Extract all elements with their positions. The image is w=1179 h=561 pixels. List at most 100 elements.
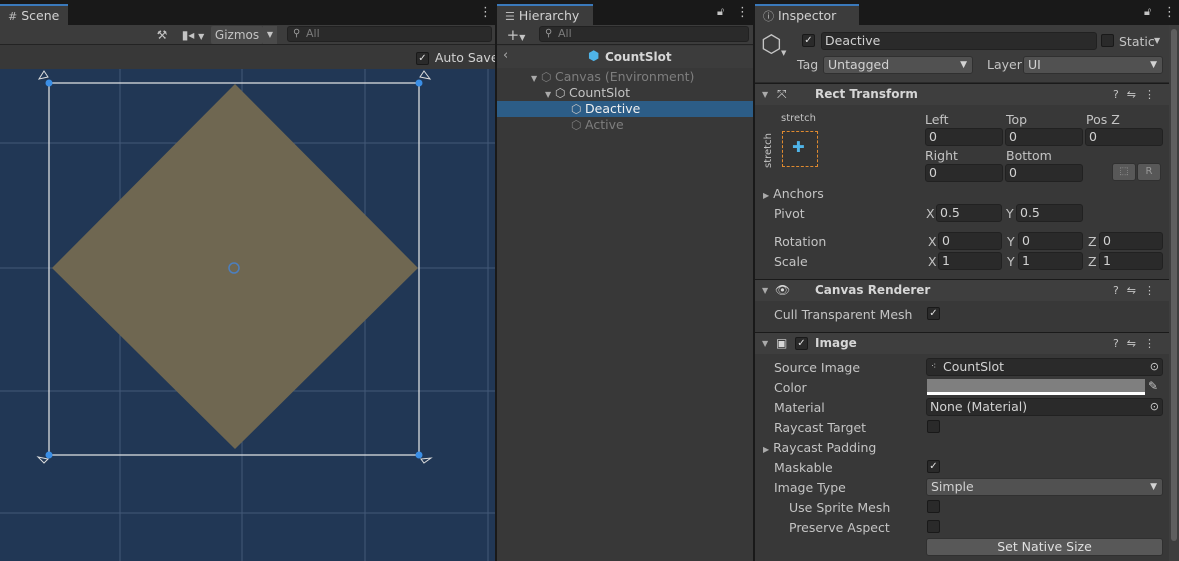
blueprint-mode-button[interactable]: ⬚ [1112,163,1136,181]
source-image-label: Source Image [774,360,861,375]
top-field[interactable]: 0 [1005,128,1083,146]
back-arrow-icon[interactable]: ‹ [503,48,508,63]
anchor-handle[interactable] [420,457,433,464]
tab-menu-icon[interactable]: ⋮ [479,5,492,20]
raycast-target-checkbox[interactable] [927,420,940,433]
hierarchy-toolbar: +▼ ⚲ All [497,25,753,45]
component-menu-icons[interactable]: ?⇋⋮ [1113,84,1163,105]
gizmos-dropdown-icon[interactable]: ▼ [263,26,277,44]
pivot-label: Pivot [774,206,805,221]
scale-y-field[interactable]: 1 [1018,252,1083,270]
eye-icon: 👁︎ [775,283,791,297]
gameobject-icon[interactable]: ⬡ [761,30,782,58]
scene-viewport[interactable] [0,69,495,561]
scene-canvas[interactable] [0,69,495,561]
eyedropper-icon[interactable]: ✎ [1148,379,1158,393]
add-dropdown[interactable]: +▼ [502,26,530,44]
fold-triangle-icon[interactable]: ▼ [762,333,768,354]
corner-handle[interactable] [415,79,423,87]
rotation-z-field[interactable]: 0 [1099,232,1163,250]
anchor-handle[interactable] [37,70,49,80]
active-checkbox[interactable]: ✓ [802,34,815,47]
left-field[interactable]: 0 [925,128,1003,146]
image-enabled-checkbox[interactable]: ✓ [795,337,808,350]
anchor-handle[interactable] [36,456,50,464]
anchor-presets-button[interactable]: ✚ [782,131,818,167]
tab-inspector[interactable]: ⓘ Inspector [755,4,859,25]
sprite-icon: ⁖ [931,362,937,372]
search-icon: ⚲ [293,28,301,39]
hierarchy-item-countslot[interactable]: ▼ ⬡ CountSlot [497,85,753,101]
image-type-dropdown[interactable]: Simple ▼ [926,478,1163,496]
scrollbar-thumb[interactable] [1171,29,1177,541]
canvas-renderer-header[interactable]: ▼ 👁︎ Canvas Renderer ?⇋⋮ [755,279,1169,301]
corner-handle[interactable] [45,451,53,459]
inspector-scrollbar[interactable] [1169,25,1179,561]
fold-triangle-icon[interactable]: ▼ [762,84,768,105]
corner-handle[interactable] [45,79,53,87]
lock-icon[interactable]: 🔓︎ [717,5,724,19]
component-menu-icons[interactable]: ?⇋⋮ [1113,280,1163,301]
rect-transform-header[interactable]: ▼ ⤧ Rect Transform ?⇋⋮ [755,83,1169,105]
auto-save-checkbox[interactable]: ✓ [416,52,429,65]
chevron-down-icon: ▼ [1150,60,1157,70]
hierarchy-item-deactive[interactable]: ⬡ Deactive [497,101,753,117]
scene-search-input[interactable]: ⚲ All [287,26,492,42]
tools-icon[interactable]: ⚒ [150,26,174,44]
anchor-handle[interactable] [419,70,432,80]
info-icon: ⓘ [763,10,774,23]
gizmos-button[interactable]: Gizmos [211,26,263,44]
auto-save-toggle[interactable]: ✓ Auto Save [416,50,495,65]
color-field[interactable] [927,379,1145,395]
prefab-header: ‹ ⬢ CountSlot [497,46,753,68]
object-picker-icon[interactable]: ⊙ [1150,399,1159,415]
tab-menu-icon[interactable]: ⋮ [736,5,749,20]
pivot-x-field[interactable]: 0.5 [936,204,1002,222]
source-image-field[interactable]: ⁖ CountSlot ⊙ [926,358,1163,376]
hierarchy-item-canvas[interactable]: ▼ ⬡ Canvas (Environment) [497,69,753,85]
maskable-checkbox[interactable]: ✓ [927,460,940,473]
raw-edit-button[interactable]: R [1137,163,1161,181]
image-header[interactable]: ▼ ▣ ✓ Image ?⇋⋮ [755,332,1169,354]
object-name-field[interactable]: Deactive [821,32,1097,50]
fold-triangle-icon[interactable]: ▼ [762,280,768,301]
grid-icon: # [8,10,18,23]
anchors-foldout[interactable]: ▶ Anchors [763,186,824,201]
rotation-x-field[interactable]: 0 [938,232,1002,250]
top-label: Top [1006,112,1028,127]
layer-dropdown[interactable]: UI ▼ [1023,56,1163,74]
pivot-y-field[interactable]: 0.5 [1016,204,1083,222]
object-picker-icon[interactable]: ⊙ [1150,359,1159,375]
camera-dropdown[interactable]: ▮◂ ▼ [176,26,210,44]
color-label: Color [774,380,807,395]
auto-save-label: Auto Save [434,50,495,65]
tab-scene[interactable]: # Scene [0,4,68,25]
right-field[interactable]: 0 [925,164,1003,182]
diamond-sprite[interactable] [52,84,418,449]
tab-hierarchy[interactable]: ☰ Hierarchy [497,4,593,25]
component-menu-icons[interactable]: ?⇋⋮ [1113,333,1163,354]
lock-icon[interactable]: 🔓︎ [1144,5,1151,19]
bottom-field[interactable]: 0 [1005,164,1083,182]
raycast-padding-foldout[interactable]: ▶ Raycast Padding [763,440,876,455]
set-native-size-button[interactable]: Set Native Size [926,538,1163,556]
posz-field[interactable]: 0 [1085,128,1163,146]
static-dropdown-icon[interactable]: ▼ [1154,36,1160,45]
hierarchy-item-active[interactable]: ⬡ Active [497,117,753,133]
tag-dropdown[interactable]: Untagged ▼ [823,56,973,74]
hierarchy-search-input[interactable]: ⚲ All [539,26,749,42]
cull-transparent-label: Cull Transparent Mesh [774,307,913,322]
tab-menu-icon[interactable]: ⋮ [1163,5,1176,20]
static-checkbox[interactable] [1101,34,1114,47]
use-sprite-mesh-checkbox[interactable] [927,500,940,513]
scene-toolbar: ⚒ ▮◂ ▼ Gizmos ▼ ⚲ All [0,25,495,45]
cull-transparent-checkbox[interactable]: ✓ [927,307,940,320]
rotation-y-field[interactable]: 0 [1018,232,1083,250]
material-field[interactable]: None (Material) ⊙ [926,398,1163,416]
scale-z-field[interactable]: 1 [1099,252,1163,270]
chevron-down-icon[interactable]: ▼ [781,49,786,57]
scale-x-field[interactable]: 1 [938,252,1002,270]
preserve-aspect-checkbox[interactable] [927,520,940,533]
corner-handle[interactable] [415,451,423,459]
prefab-cube-icon: ⬢ [588,49,600,64]
